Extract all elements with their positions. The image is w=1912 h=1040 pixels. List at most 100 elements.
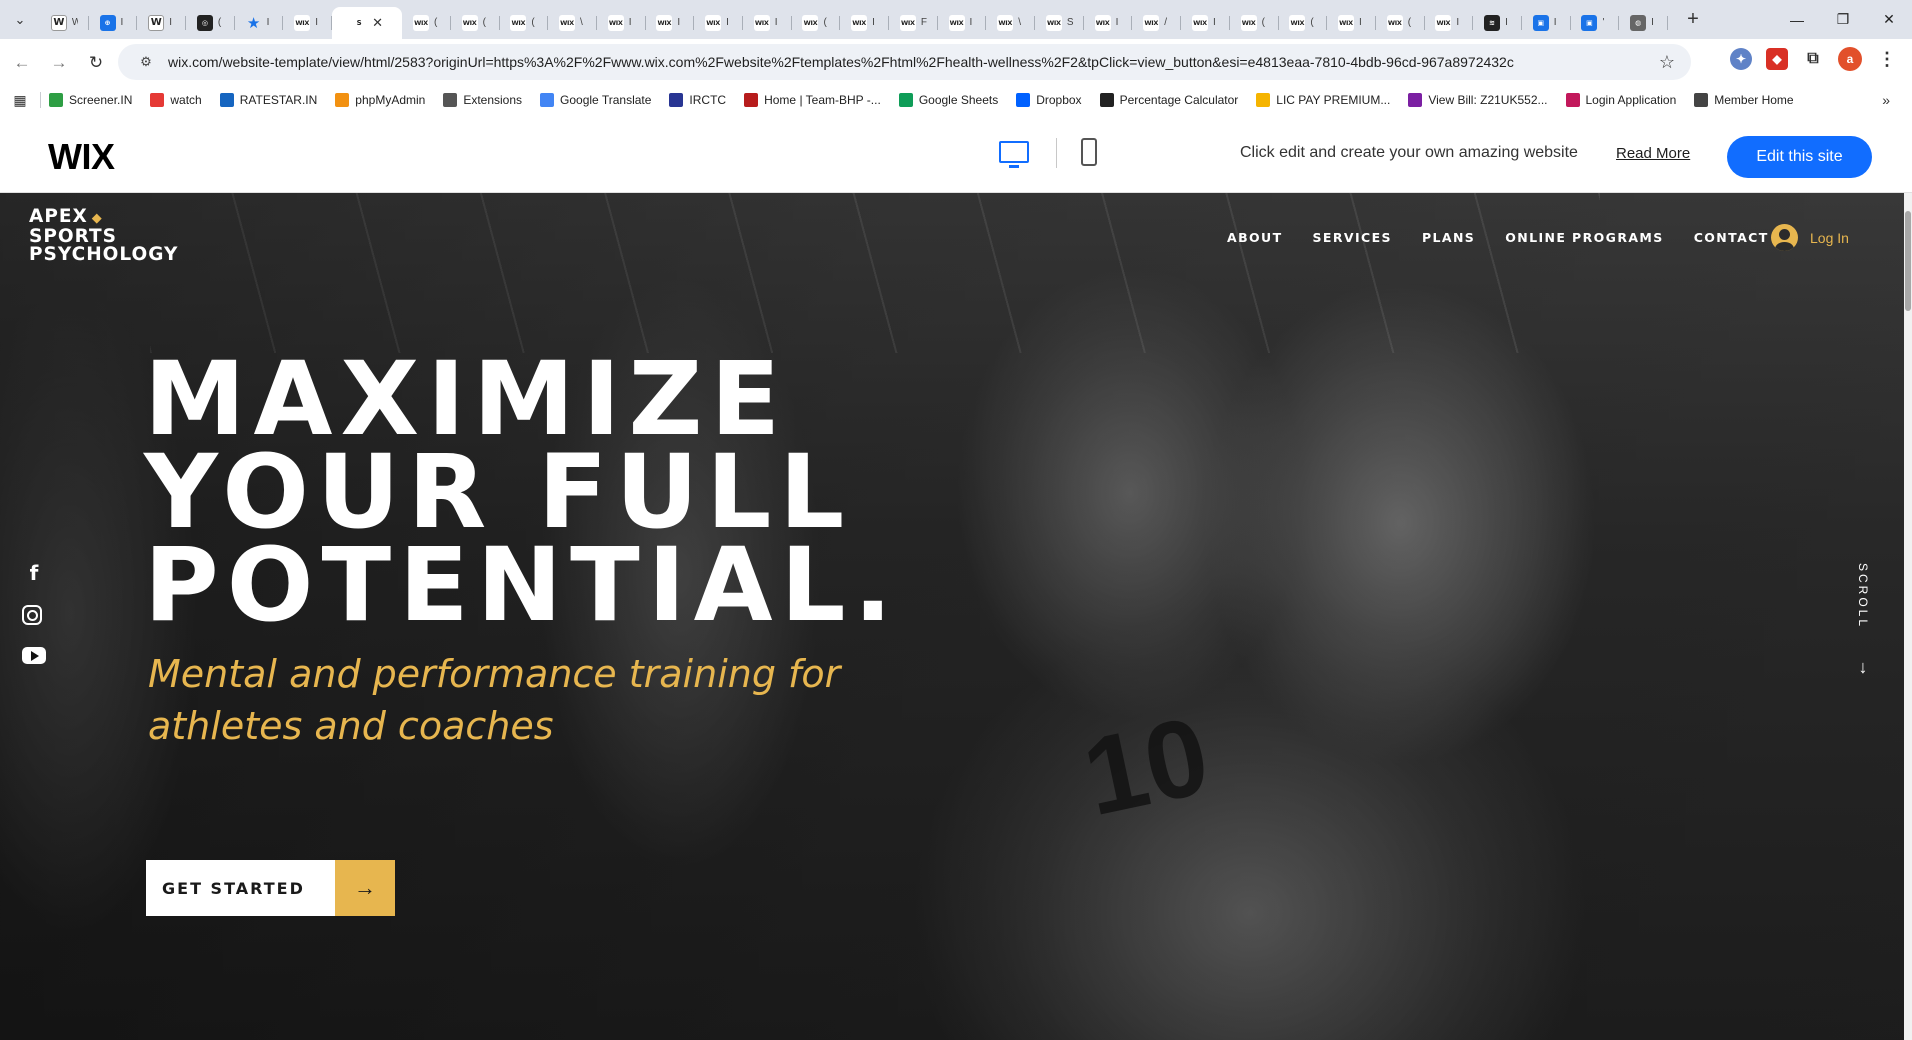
browser-tab[interactable]: WIX I [743,7,792,39]
url-text[interactable]: wix.com/website-template/view/html/2583?… [168,54,1638,70]
minimize-icon[interactable]: — [1774,0,1820,39]
shield-extension-icon[interactable]: ◆ [1766,48,1788,70]
wix-logo[interactable]: WIX [48,136,115,178]
scrollbar-thumb[interactable] [1905,211,1911,311]
youtube-icon[interactable] [22,647,46,664]
social-links: f [22,561,46,664]
browser-tab[interactable]: WIX I [694,7,743,39]
page-scrollbar[interactable] [1904,193,1912,1040]
scroll-indicator[interactable]: SCROLL ↓ [1851,563,1875,678]
browser-tab[interactable]: WIX S [1035,7,1084,39]
browser-tab[interactable]: WIX \ [548,7,597,39]
get-started-button[interactable]: GET STARTED → [146,860,395,916]
kebab-menu-icon[interactable]: ⋮ [1876,48,1898,70]
browser-tab[interactable]: WIX I [283,7,332,39]
profile-avatar[interactable]: a [1838,47,1862,71]
tab-title: S [1066,17,1073,28]
browser-tab[interactable]: WW [40,7,89,39]
bookmark-item[interactable]: Member Home [1694,93,1794,107]
tab-favicon: WIX [1289,14,1306,31]
bookmark-favicon [744,93,759,107]
browser-tab[interactable]: WIX F [889,7,938,39]
browser-tab[interactable]: WIX / [1132,7,1181,39]
tab-close-icon[interactable]: ✕ [372,15,383,31]
browser-tab[interactable]: WIX ( [1376,7,1425,39]
hero-headline: MAXIMIZE YOUR FULL POTENTIAL. [144,349,900,637]
login-button[interactable]: Log In [1771,224,1849,251]
tab-favicon: WIX [1386,14,1403,31]
site-logo[interactable]: APEX ◆ SPORTS PSYCHOLOGY [29,207,178,264]
tab-favicon: WIX [294,14,311,31]
bookmark-item[interactable]: watch [150,93,202,107]
facebook-icon[interactable]: f [22,561,46,585]
new-tab-button[interactable]: + [1678,5,1708,35]
address-bar[interactable]: ⚙ wix.com/website-template/view/html/258… [118,44,1691,80]
browser-tab[interactable]: WIX \ [986,7,1035,39]
browser-tab[interactable]: WIX I [597,7,646,39]
bookmark-label: watch [170,93,202,107]
browser-tab[interactable]: ◎( [186,7,235,39]
browser-tab[interactable]: ▣ ' [1571,7,1620,39]
nav-online-programs[interactable]: ONLINE PROGRAMS [1505,230,1663,245]
reload-icon[interactable]: ↻ [81,48,111,78]
browser-tab[interactable]: ★ I [235,7,284,39]
edit-this-site-button[interactable]: Edit this site [1727,136,1872,178]
browser-tab[interactable]: WIX I [938,7,987,39]
hero-section: 10 APEX◆ SPORTS PSYCHOLOGY ABOUT SERVICE… [0,193,1904,1040]
tab-title: ( [217,17,222,28]
browser-tab[interactable]: WIX I [840,7,889,39]
browser-tab[interactable]: ≋ I [1473,7,1522,39]
browser-tab[interactable]: WIX ( [500,7,549,39]
read-more-link[interactable]: Read More [1616,145,1690,162]
bookmark-item[interactable]: RATESTAR.IN [219,93,317,107]
restore-icon[interactable]: ❐ [1820,0,1866,39]
bookmark-item[interactable]: IRCTC [669,93,726,107]
bookmark-item[interactable]: LIC PAY PREMIUM... [1256,93,1390,107]
desktop-view-icon[interactable] [999,141,1029,168]
nav-about[interactable]: ABOUT [1227,230,1283,245]
nav-services[interactable]: SERVICES [1313,230,1392,245]
nav-contact[interactable]: CONTACT [1694,230,1769,245]
more-bookmarks-chevron-icon[interactable]: » [1882,92,1890,108]
puzzle-icon[interactable]: ⧉ [1802,48,1824,70]
browser-tab[interactable]: WIX ( [1230,7,1279,39]
mobile-view-icon[interactable] [1081,138,1097,166]
browser-tab[interactable]: ◍ I [1619,7,1668,39]
browser-tab[interactable]: WIX I [646,7,695,39]
instagram-icon[interactable] [22,605,42,625]
tab-title: ( [1261,17,1265,28]
nav-plans[interactable]: PLANS [1422,230,1475,245]
browser-tab[interactable]: ⊕ I [89,7,138,39]
apps-grid-icon[interactable]: ▦ [0,92,40,109]
back-arrow-icon[interactable]: ← [7,48,37,78]
extension-icon[interactable]: ✦ [1730,48,1752,70]
browser-tab[interactable]: WI [137,7,186,39]
bookmark-item[interactable]: Extensions [443,93,522,107]
browser-tab[interactable]: WIX ( [451,7,500,39]
tab-search-chevron-icon[interactable]: ⌄ [0,0,40,39]
browser-tab[interactable]: WIX ( [1279,7,1328,39]
site-info-icon[interactable]: ⚙ [130,54,162,70]
tab-favicon: ⊕ [99,14,116,31]
browser-tab[interactable]: WIX I [1181,7,1230,39]
bookmark-item[interactable]: Google Translate [540,93,651,107]
bookmark-item[interactable]: Home | Team-BHP -... [744,93,881,107]
bookmark-item[interactable]: phpMyAdmin [335,93,425,107]
bookmark-star-icon[interactable]: ☆ [1659,52,1675,73]
browser-tab[interactable]: WIX I [1327,7,1376,39]
browser-tab[interactable]: WIX ( [792,7,841,39]
bookmark-item[interactable]: View Bill: Z21UK552... [1408,93,1548,107]
tab-active[interactable]: S ✕ [332,6,403,39]
bookmark-item[interactable]: Percentage Calculator [1099,93,1238,107]
browser-tab[interactable]: WIX I [1425,7,1474,39]
bookmark-item[interactable]: Screener.IN [49,93,132,107]
bookmark-label: Member Home [1714,93,1794,107]
browser-tab[interactable]: WIX ( [402,7,451,39]
bookmark-item[interactable]: Google Sheets [898,93,998,107]
browser-tab[interactable]: WIX I [1084,7,1133,39]
bookmark-item[interactable]: Dropbox [1016,93,1082,107]
forward-arrow-icon[interactable]: → [44,48,74,78]
bookmark-item[interactable]: Login Application [1565,93,1676,107]
close-window-icon[interactable]: ✕ [1866,0,1912,39]
browser-tab[interactable]: ▣ I [1522,7,1571,39]
